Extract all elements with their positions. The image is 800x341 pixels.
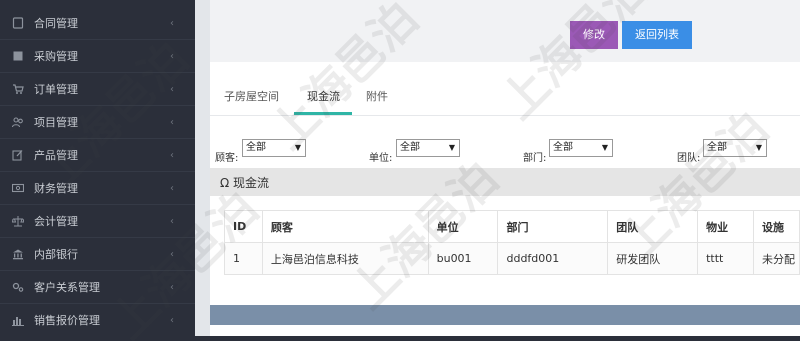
money-icon bbox=[12, 182, 24, 194]
edit-button[interactable]: 修改 bbox=[570, 21, 618, 49]
edit-icon bbox=[12, 149, 24, 161]
table-cell: bu001 bbox=[427, 242, 499, 275]
book-icon bbox=[12, 50, 24, 62]
table-cell: 上海邑泊信息科技 bbox=[261, 242, 429, 275]
column-header[interactable]: 部门 bbox=[497, 210, 609, 243]
dropdown-arrow-icon: ▼ bbox=[755, 143, 762, 152]
unit-select[interactable]: 全部 ▼ bbox=[396, 139, 460, 157]
gears-icon bbox=[12, 281, 24, 293]
dropdown-arrow-icon: ▼ bbox=[448, 143, 455, 152]
table-cell: tttt bbox=[697, 242, 754, 275]
active-tab-indicator bbox=[294, 112, 352, 115]
sidebar-item-purchasing[interactable]: 采购管理 ‹ bbox=[0, 40, 195, 73]
chevron-left-icon: ‹ bbox=[170, 116, 174, 128]
sidebar-item-label: 财务管理 bbox=[34, 182, 78, 195]
sidebar-item-label: 合同管理 bbox=[34, 17, 78, 30]
chevron-left-icon: ‹ bbox=[170, 215, 174, 227]
table-row[interactable]: 1 上海邑泊信息科技 bu001 dddfd001 研发团队 tttt 未分配 bbox=[224, 242, 800, 275]
cart-icon bbox=[12, 83, 24, 95]
sidebar-item-label: 客户关系管理 bbox=[34, 281, 100, 294]
cash-flow-table: ID 顾客 单位 部门 团队 物业 设施 1 上海邑泊信息科技 bu001 dd… bbox=[224, 210, 800, 275]
sidebar-item-contracts[interactable]: 合同管理 ‹ bbox=[0, 7, 195, 40]
sidebar-item-label: 会计管理 bbox=[34, 215, 78, 228]
chevron-left-icon: ‹ bbox=[170, 17, 174, 29]
bottom-divider bbox=[0, 336, 800, 341]
omega-icon: Ω bbox=[220, 176, 230, 190]
toolbar: 修改 返回列表 bbox=[210, 0, 800, 62]
users-icon bbox=[12, 116, 24, 128]
footer-bar bbox=[210, 305, 800, 325]
sidebar-item-label: 销售报价管理 bbox=[34, 314, 100, 327]
chevron-left-icon: ‹ bbox=[170, 182, 174, 194]
sidebar: 合同管理 ‹ 采购管理 ‹ 订单管理 ‹ 项目管理 ‹ 产品管理 ‹ 财务管理 … bbox=[0, 0, 195, 341]
table-header-row: ID 顾客 单位 部门 团队 物业 设施 bbox=[224, 210, 800, 243]
filter-label-customer: 顾客: bbox=[215, 153, 239, 164]
dropdown-arrow-icon: ▼ bbox=[294, 143, 301, 152]
sidebar-item-label: 订单管理 bbox=[34, 83, 78, 96]
sidebar-item-crm[interactable]: 客户关系管理 ‹ bbox=[0, 271, 195, 304]
column-header[interactable]: 设施 bbox=[752, 210, 800, 243]
sidebar-item-internal-bank[interactable]: 内部银行 ‹ bbox=[0, 238, 195, 271]
sidebar-item-label: 产品管理 bbox=[34, 149, 78, 162]
table-cell: 未分配 bbox=[752, 242, 800, 275]
sidebar-item-label: 项目管理 bbox=[34, 116, 78, 129]
sidebar-item-projects[interactable]: 项目管理 ‹ bbox=[0, 106, 195, 139]
table-cell: dddfd001 bbox=[497, 242, 609, 275]
main-content: 修改 返回列表 子房屋空间 现金流 附件 顾客: 全部 ▼ 单位: 全部 ▼ 部… bbox=[210, 0, 800, 341]
tab-attachments[interactable]: 附件 bbox=[366, 88, 388, 104]
chevron-left-icon: ‹ bbox=[170, 50, 174, 62]
column-header[interactable]: ID bbox=[224, 210, 263, 243]
team-select[interactable]: 全部 ▼ bbox=[703, 139, 767, 157]
sidebar-item-finance[interactable]: 财务管理 ‹ bbox=[0, 172, 195, 205]
sidebar-item-products[interactable]: 产品管理 ‹ bbox=[0, 139, 195, 172]
sidebar-item-sales-quotes[interactable]: 销售报价管理 ‹ bbox=[0, 304, 195, 337]
tab-bar: 子房屋空间 现金流 附件 bbox=[210, 78, 800, 116]
chevron-left-icon: ‹ bbox=[170, 281, 174, 293]
chevron-left-icon: ‹ bbox=[170, 314, 174, 326]
department-select[interactable]: 全部 ▼ bbox=[549, 139, 613, 157]
sidebar-item-accounting[interactable]: 会计管理 ‹ bbox=[0, 205, 195, 238]
section-title: 现金流 bbox=[233, 176, 270, 190]
dropdown-arrow-icon: ▼ bbox=[601, 143, 608, 152]
team-select-value: 全部 bbox=[707, 142, 727, 153]
sidebar-gutter bbox=[195, 0, 210, 341]
column-header[interactable]: 顾客 bbox=[261, 210, 429, 243]
customer-select-value: 全部 bbox=[246, 142, 266, 153]
chevron-left-icon: ‹ bbox=[170, 248, 174, 260]
sidebar-item-label: 采购管理 bbox=[34, 50, 78, 63]
filter-label-department: 部门: bbox=[523, 153, 547, 164]
chevron-left-icon: ‹ bbox=[170, 83, 174, 95]
filter-bar: 顾客: 全部 ▼ 单位: 全部 ▼ 部门: 全部 ▼ 团队: 全部 ▼ bbox=[210, 136, 800, 164]
section-header: Ω 现金流 bbox=[210, 168, 800, 196]
department-select-value: 全部 bbox=[553, 142, 573, 153]
chevron-left-icon: ‹ bbox=[170, 149, 174, 161]
column-header[interactable]: 物业 bbox=[697, 210, 754, 243]
scale-icon bbox=[12, 215, 24, 227]
back-to-list-button[interactable]: 返回列表 bbox=[622, 21, 692, 49]
filter-label-unit: 单位: bbox=[369, 153, 393, 164]
sidebar-item-label: 内部银行 bbox=[34, 248, 78, 261]
bar-chart-icon bbox=[12, 314, 24, 326]
tab-cash-flow[interactable]: 现金流 bbox=[307, 88, 340, 104]
table-cell: 1 bbox=[224, 242, 263, 275]
table-cell: 研发团队 bbox=[607, 242, 699, 275]
column-header[interactable]: 团队 bbox=[607, 210, 699, 243]
filter-label-team: 团队: bbox=[677, 153, 701, 164]
unit-select-value: 全部 bbox=[400, 142, 420, 153]
document-icon bbox=[12, 17, 24, 29]
customer-select[interactable]: 全部 ▼ bbox=[242, 139, 306, 157]
column-header[interactable]: 单位 bbox=[427, 210, 499, 243]
sidebar-item-orders[interactable]: 订单管理 ‹ bbox=[0, 73, 195, 106]
tab-sub-spaces[interactable]: 子房屋空间 bbox=[224, 88, 279, 104]
bank-icon bbox=[12, 248, 24, 260]
